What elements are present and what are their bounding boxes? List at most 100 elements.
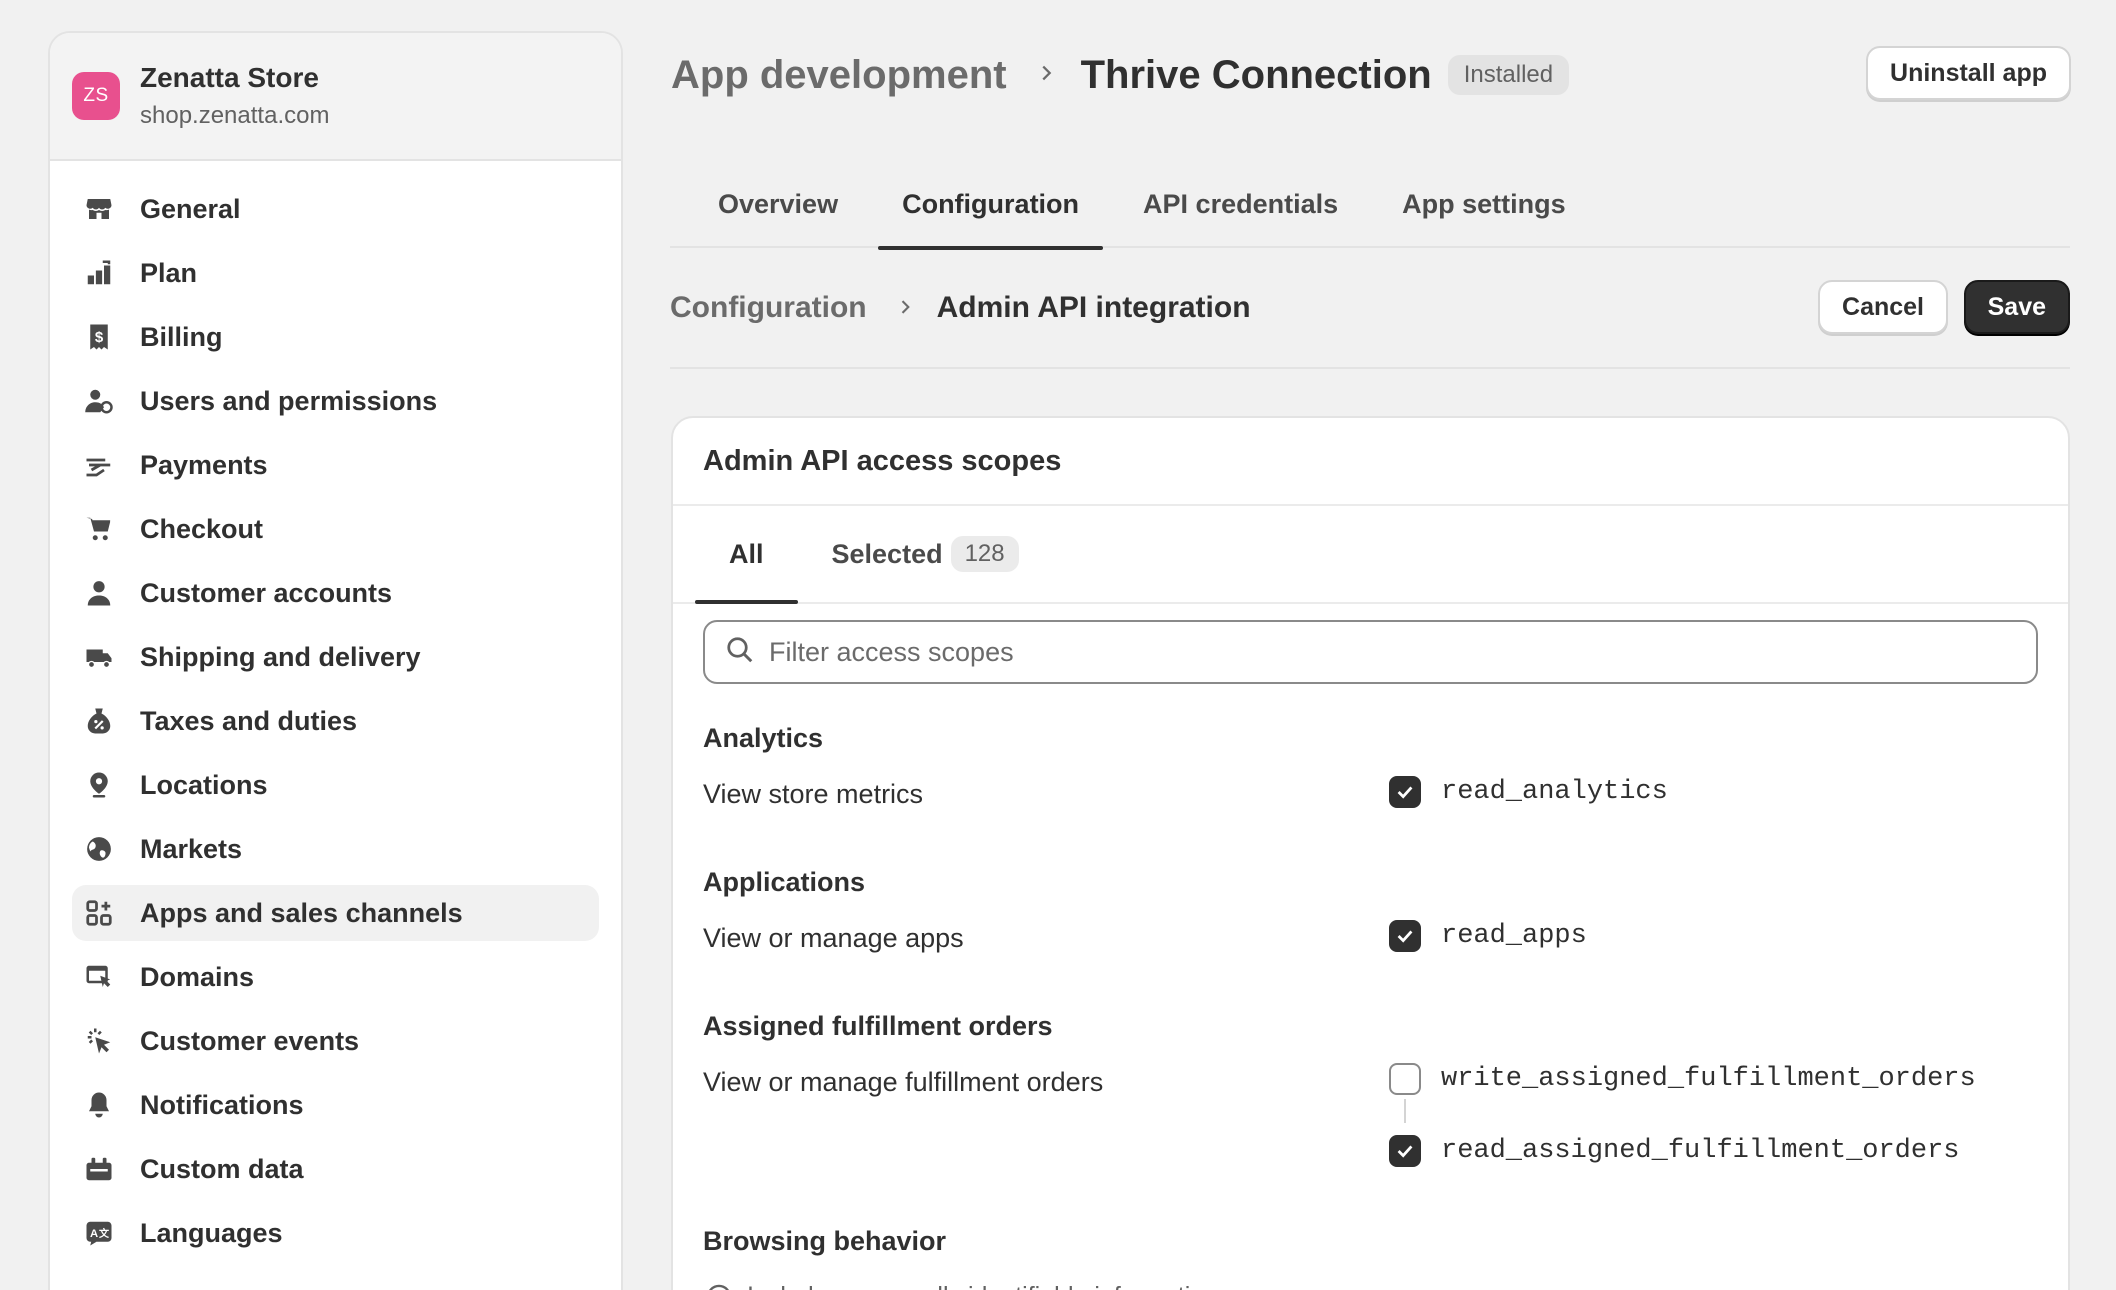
custom-data-icon: [82, 1152, 116, 1186]
scope-checkbox[interactable]: [1389, 1063, 1421, 1095]
sidebar-item-label: Users and permissions: [140, 385, 438, 416]
scope-checkbox[interactable]: [1389, 1135, 1421, 1167]
search-field: [703, 620, 2038, 684]
store-domain: shop.zenatta.com: [140, 102, 330, 129]
sidebar-item-taxes[interactable]: Taxes and duties: [72, 693, 599, 749]
sidebar-item-custom-data[interactable]: Custom data: [72, 1141, 599, 1197]
store-icon: [82, 192, 116, 226]
sidebar-item-label: Customer events: [140, 1025, 360, 1056]
scope-name: read_assigned_fulfillment_orders: [1441, 1136, 1960, 1166]
access-scopes-card: Admin API access scopes All Selected 128…: [671, 416, 2070, 1290]
tab-all-scopes[interactable]: All: [695, 506, 798, 604]
scope-section-title: Assigned fulfillment orders: [703, 1011, 1053, 1041]
sidebar-item-domains[interactable]: Domains: [72, 949, 599, 1005]
card-title: Admin API access scopes: [673, 418, 2068, 506]
scope-section-title: Browsing behavior: [703, 1226, 947, 1256]
sidebar-item-shipping[interactable]: Shipping and delivery: [72, 629, 599, 685]
store-switcher[interactable]: ZS Zenatta Store shop.zenatta.com: [50, 33, 621, 161]
scope-section-title: Applications: [703, 867, 866, 897]
info-icon: [708, 1284, 730, 1290]
pii-notice: Includes personally identifiable informa…: [705, 1282, 1218, 1290]
sidebar-item-general[interactable]: General: [72, 181, 599, 237]
checkmark-icon: [1397, 786, 1413, 799]
sidebar-item-markets[interactable]: Markets: [72, 821, 599, 877]
scope-name: read_analytics: [1441, 777, 1668, 807]
sidebar-item-checkout[interactable]: Checkout: [72, 501, 599, 557]
scope-checkbox[interactable]: [1389, 776, 1421, 808]
sidebar-item-customer-events[interactable]: Customer events: [72, 1013, 599, 1069]
sidebar-item-billing[interactable]: $ Billing: [72, 309, 599, 365]
scope-section-assigned-fulfillment-orders: Assigned fulfillment orders View or mana…: [703, 1011, 2043, 1167]
scope-section-title: Analytics: [703, 723, 824, 753]
scope-row[interactable]: write_assigned_fulfillment_orders: [1389, 1063, 1976, 1095]
pii-notice-text: Includes personally identifiable informa…: [747, 1282, 1218, 1290]
app-tabs: Overview Configuration API credentials A…: [670, 160, 2070, 250]
filter-scopes-input[interactable]: [769, 636, 2036, 668]
sidebar-item-label: Locations: [140, 769, 268, 800]
sidebar-item-locations[interactable]: Locations: [72, 757, 599, 813]
scope-section-browsing-behavior: Browsing behavior Includes personally id…: [703, 1226, 2043, 1290]
scope-row[interactable]: read_assigned_fulfillment_orders: [1389, 1135, 1959, 1167]
scope-filter-tabs: All Selected 128: [673, 506, 2068, 604]
scope-section-description: View or manage apps: [703, 923, 964, 953]
plan-icon: [82, 256, 116, 290]
sidebar-item-label: Markets: [140, 833, 243, 864]
settings-nav: General Plan $ Billing Users and permiss…: [50, 161, 621, 1261]
status-badge: Installed: [1447, 55, 1570, 95]
sidebar-item-apps-and-sales-channels[interactable]: Apps and sales channels: [72, 885, 599, 941]
sidebar-item-plan[interactable]: Plan: [72, 245, 599, 301]
sidebar-item-customer-accounts[interactable]: Customer accounts: [72, 565, 599, 621]
domains-icon: [82, 960, 116, 994]
selected-count-badge: 128: [950, 536, 1019, 572]
scope-connector: [1404, 1099, 1406, 1123]
page-header: App development Thrive Connection Instal…: [671, 40, 2071, 110]
sidebar-item-label: Apps and sales channels: [140, 897, 463, 928]
scope-section-applications: Applications View or manage apps read_ap…: [703, 867, 2043, 953]
scope-checkbox[interactable]: [1389, 920, 1421, 952]
tab-selected-scopes[interactable]: Selected 128: [798, 506, 1053, 602]
checkmark-icon: [1397, 930, 1413, 943]
save-button[interactable]: Save: [1963, 280, 2070, 334]
tab-overview[interactable]: Overview: [694, 160, 862, 248]
sub-breadcrumb: Configuration Admin API integration Canc…: [670, 280, 2070, 336]
divider: [670, 367, 2070, 369]
sidebar-item-payments[interactable]: Payments: [72, 437, 599, 493]
store-name: Zenatta Store: [140, 62, 319, 93]
sidebar-item-label: Billing: [140, 321, 223, 352]
tab-app-settings[interactable]: App settings: [1378, 160, 1590, 248]
tab-label: Selected: [831, 538, 943, 569]
chevron-right-icon: [895, 293, 915, 324]
cursor-click-icon: [82, 1024, 116, 1058]
tab-api-credentials[interactable]: API credentials: [1119, 160, 1362, 248]
language-icon: A文: [82, 1216, 116, 1250]
breadcrumb-app-development[interactable]: App development: [671, 53, 1007, 98]
scope-row[interactable]: read_analytics: [1389, 776, 1668, 808]
sidebar-item-languages[interactable]: A文 Languages: [72, 1205, 599, 1261]
checkmark-icon: [1397, 1145, 1413, 1158]
scope-section-analytics: Analytics View store metrics read_analyt…: [703, 723, 2043, 809]
svg-text:$: $: [95, 329, 104, 346]
sidebar-item-notifications[interactable]: Notifications: [72, 1077, 599, 1133]
sidebar-item-label: Plan: [140, 257, 198, 288]
chevron-right-icon: [1035, 58, 1057, 92]
breadcrumb-configuration[interactable]: Configuration: [670, 291, 867, 325]
cart-icon: [82, 512, 116, 546]
sidebar-item-label: Languages: [140, 1217, 283, 1248]
page-title: Thrive Connection: [1080, 52, 1432, 97]
sidebar-item-users[interactable]: Users and permissions: [72, 373, 599, 429]
svg-text:文: 文: [99, 1227, 110, 1240]
sidebar-item-label: Custom data: [140, 1153, 304, 1184]
tax-icon: [82, 704, 116, 738]
sidebar-item-label: General: [140, 193, 241, 224]
scope-section-description: View store metrics: [703, 779, 924, 809]
sidebar-item-label: Checkout: [140, 513, 264, 544]
settings-sidebar: ZS Zenatta Store shop.zenatta.com Genera…: [48, 31, 623, 1290]
cancel-button[interactable]: Cancel: [1818, 280, 1948, 334]
tab-configuration[interactable]: Configuration: [878, 160, 1104, 250]
sidebar-item-label: Taxes and duties: [140, 705, 358, 736]
scope-row[interactable]: read_apps: [1389, 920, 1587, 952]
store-avatar: ZS: [72, 72, 120, 120]
uninstall-app-button[interactable]: Uninstall app: [1866, 46, 2071, 100]
scope-section-description: View or manage fulfillment orders: [703, 1067, 1104, 1097]
sidebar-item-label: Notifications: [140, 1089, 304, 1120]
